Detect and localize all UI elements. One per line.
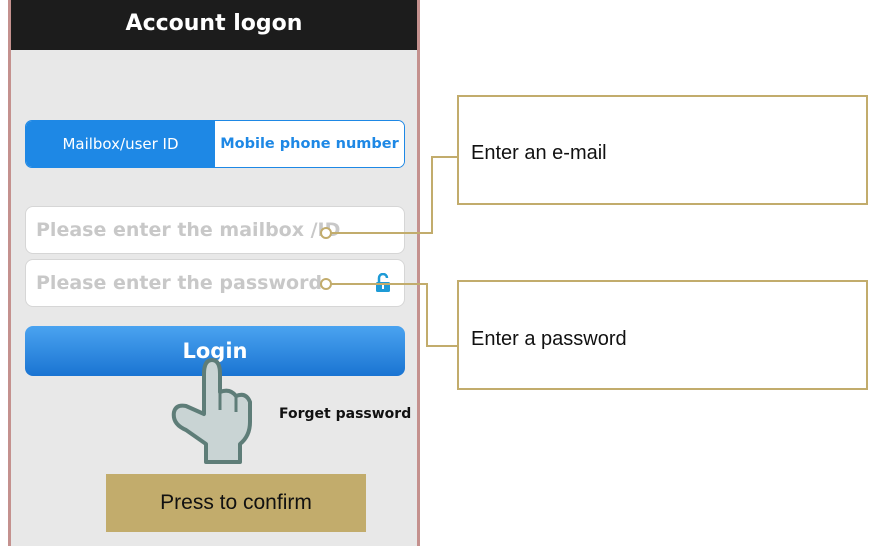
callout-connectors — [320, 156, 457, 347]
email-callout: Enter an e-mail — [457, 95, 868, 205]
password-callout-text: Enter a password — [471, 328, 627, 350]
password-callout: Enter a password — [457, 280, 868, 390]
email-callout-text: Enter an e-mail — [471, 142, 607, 164]
